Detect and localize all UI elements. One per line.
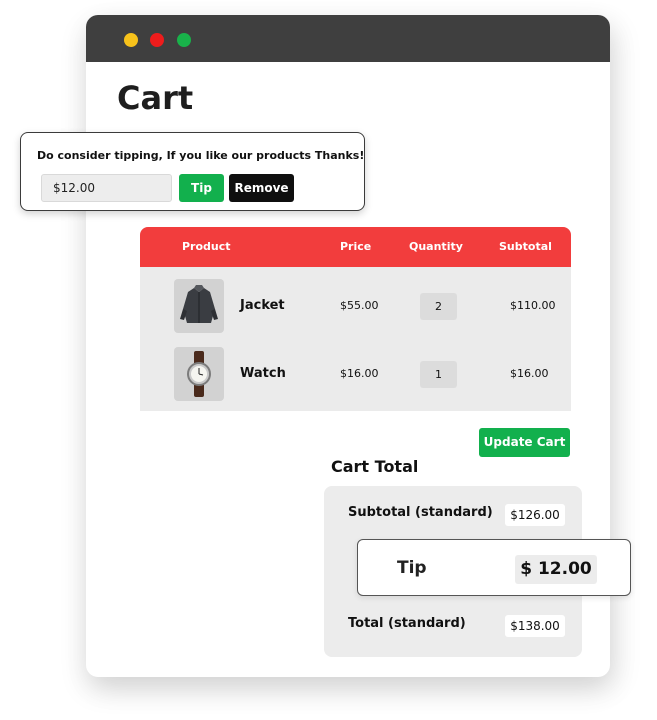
minimize-dot-icon[interactable] [124, 33, 138, 47]
cart-total-heading: Cart Total [331, 457, 419, 476]
tip-value: $ 12.00 [515, 555, 597, 584]
total-value: $138.00 [505, 615, 565, 637]
window-titlebar [86, 15, 610, 62]
maximize-dot-icon[interactable] [177, 33, 191, 47]
table-row: Jacket $55.00 2 $110.00 [140, 273, 571, 341]
remove-tip-button[interactable]: Remove [229, 174, 294, 202]
quantity-input[interactable]: 1 [420, 361, 457, 388]
total-label: Total (standard) [348, 616, 466, 631]
col-subtotal: Subtotal [499, 240, 552, 253]
subtotal-label: Subtotal (standard) [348, 505, 493, 520]
tip-summary-card: Tip $ 12.00 [357, 539, 631, 596]
tip-popup: Do consider tipping, If you like our pro… [20, 132, 365, 211]
product-name[interactable]: Watch [240, 366, 286, 381]
col-product: Product [182, 240, 231, 253]
table-row: Watch $16.00 1 $16.00 [140, 341, 571, 409]
tip-label: Tip [397, 558, 427, 578]
update-cart-button[interactable]: Update Cart [479, 428, 570, 457]
tip-message: Do consider tipping, If you like our pro… [37, 149, 365, 162]
watch-image [174, 347, 224, 401]
tip-amount-input[interactable]: $12.00 [41, 174, 172, 202]
quantity-input[interactable]: 2 [420, 293, 457, 320]
page-title: Cart [117, 79, 194, 117]
close-dot-icon[interactable] [150, 33, 164, 47]
cart-table: Product Price Quantity Subtotal Jacket $… [140, 227, 571, 411]
row-subtotal: $110.00 [510, 299, 556, 312]
table-header: Product Price Quantity Subtotal [140, 227, 571, 267]
product-name[interactable]: Jacket [240, 298, 285, 313]
col-quantity: Quantity [409, 240, 463, 253]
subtotal-value: $126.00 [505, 504, 565, 526]
product-price: $16.00 [340, 367, 379, 380]
jacket-image [174, 279, 224, 333]
row-subtotal: $16.00 [510, 367, 549, 380]
col-price: Price [340, 240, 372, 253]
tip-button[interactable]: Tip [179, 174, 224, 202]
product-price: $55.00 [340, 299, 379, 312]
